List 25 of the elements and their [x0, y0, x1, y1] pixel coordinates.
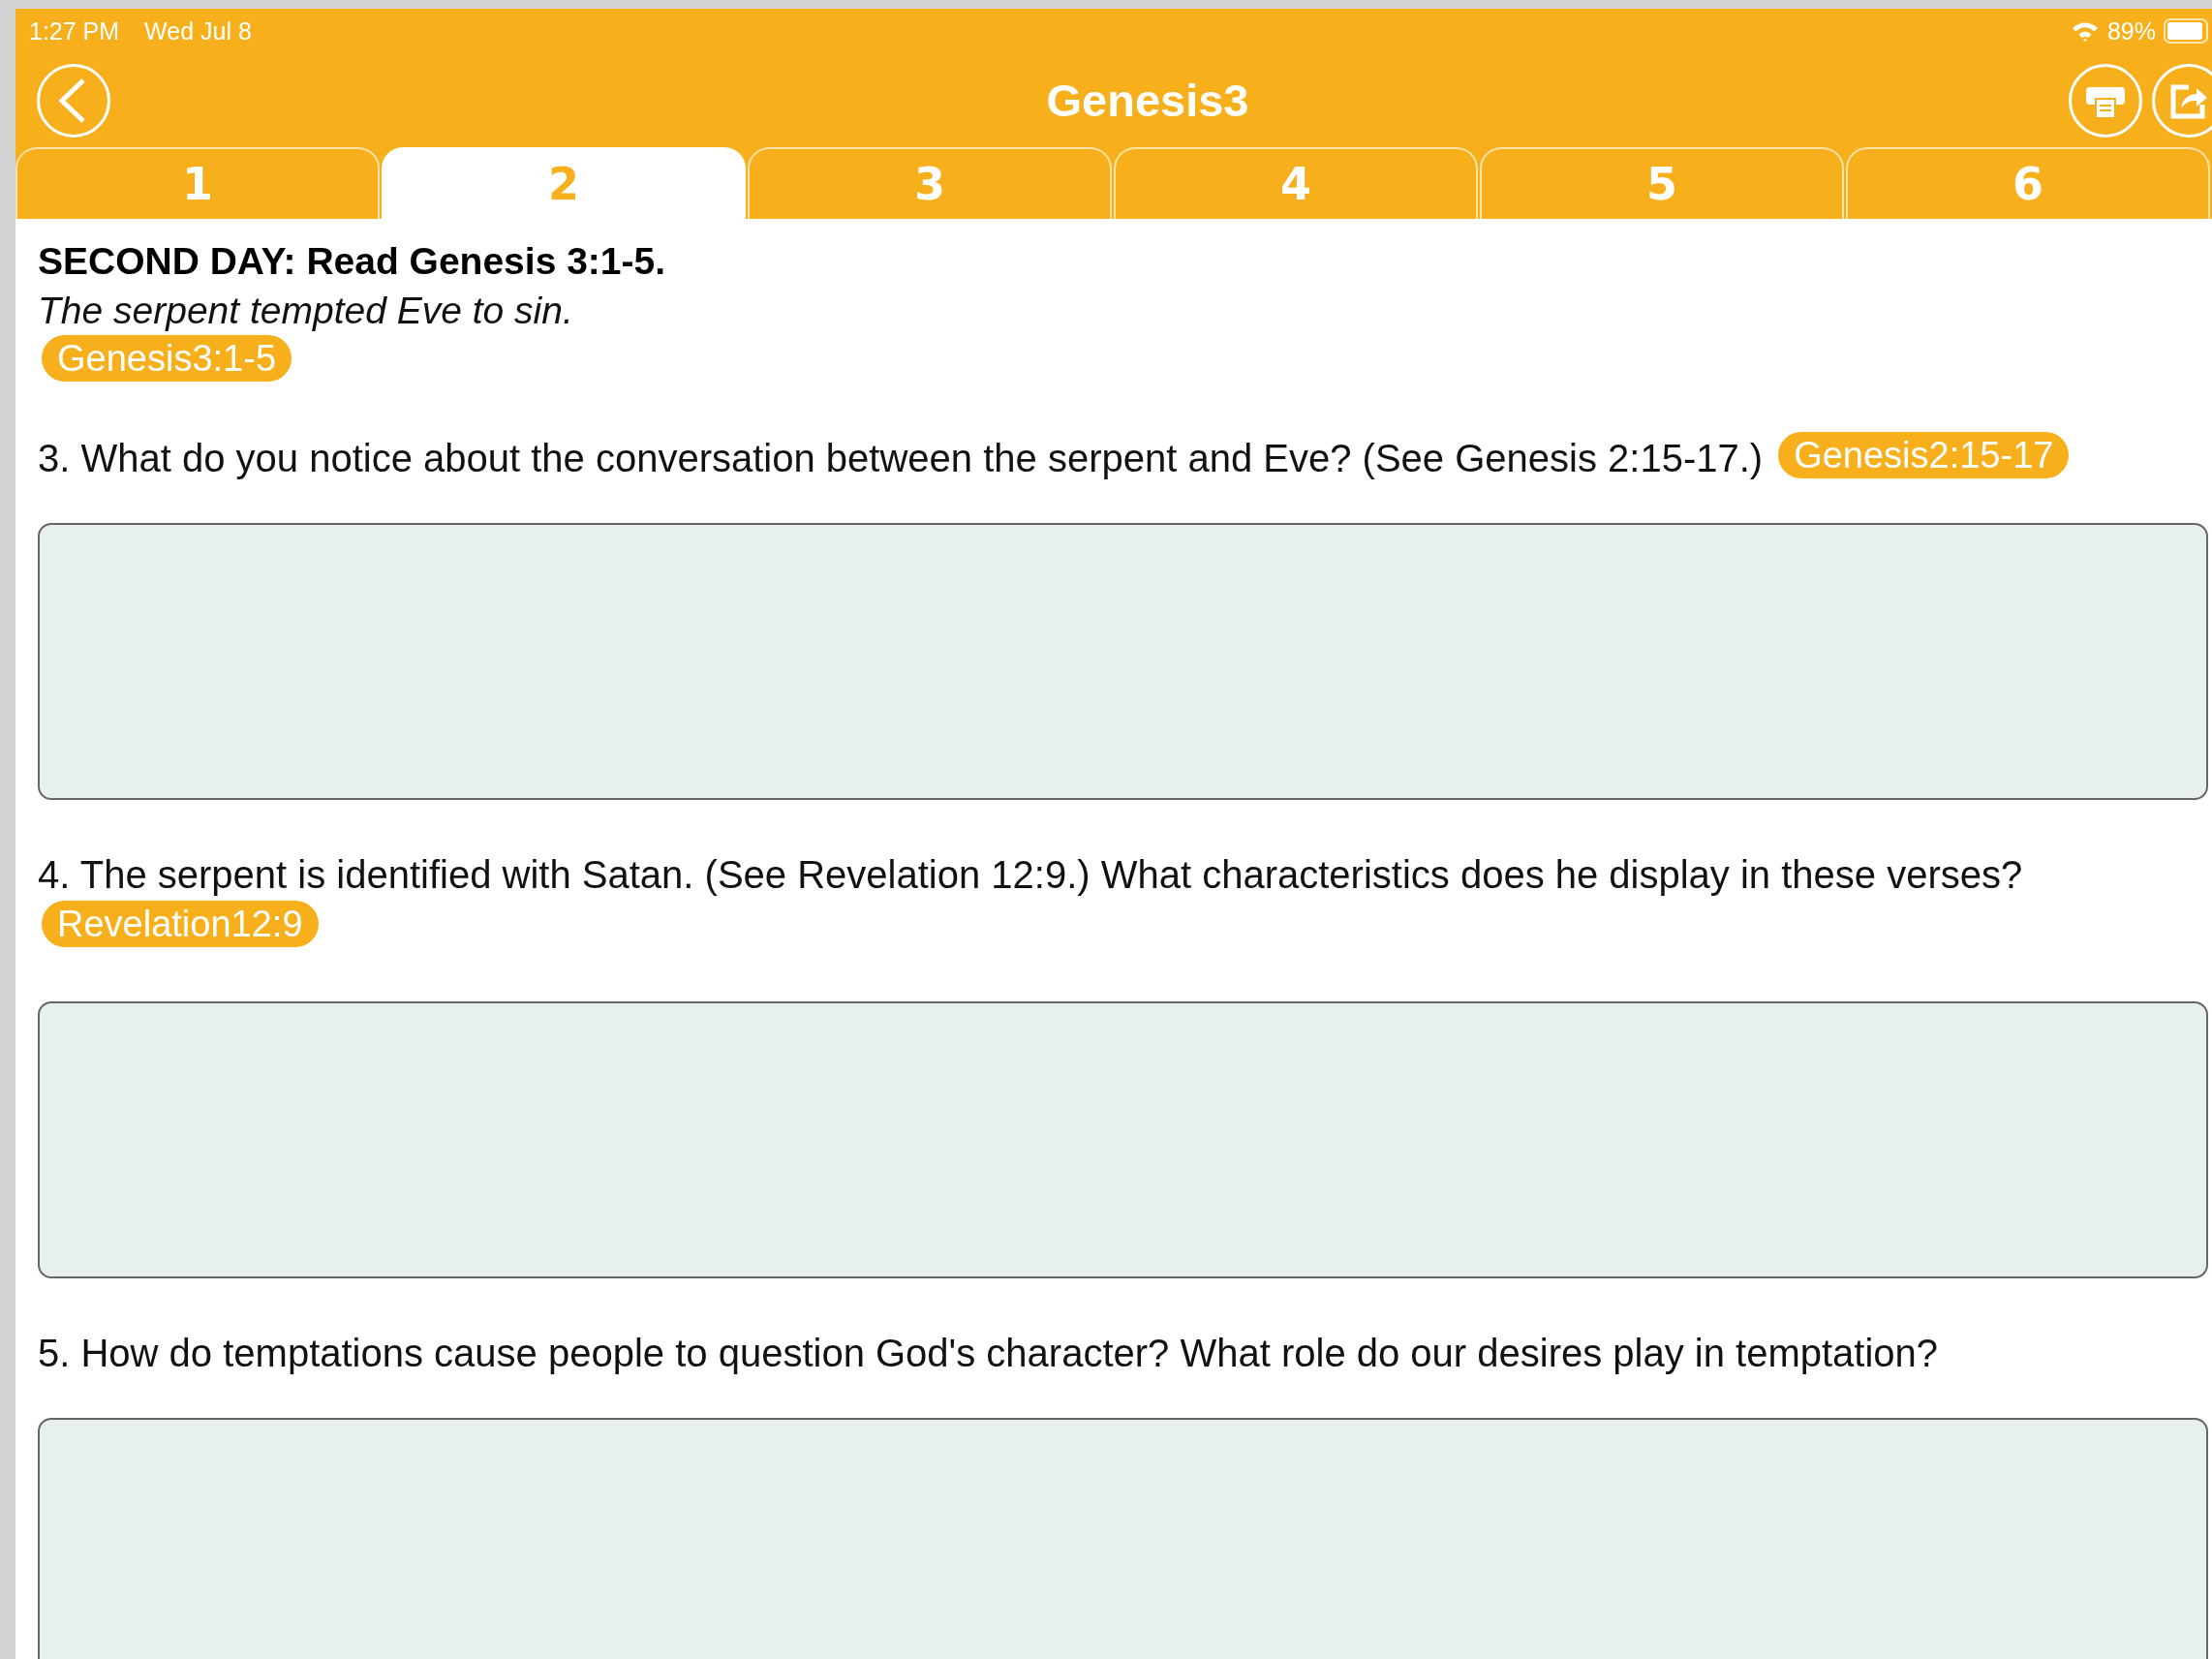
day-heading: SECOND DAY: Read Genesis 3:1-5. [38, 239, 667, 284]
day-tab[interactable]: 4 [1114, 147, 1478, 219]
day-tab[interactable]: 2 [382, 147, 746, 219]
answer-box[interactable] [38, 1001, 2208, 1278]
question-text: 3. What do you notice about the conversation between the serpent and Eve? (See Genesis 2:15-17.) [38, 436, 1764, 481]
question-text: 4. The serpent is identified with Satan. (See Revelation 12:9.) What characteristics does he display in these verses? [38, 852, 2024, 898]
back-button[interactable] [37, 63, 110, 138]
question-text: 5. How do temptations cause people to question God's character? What role do our desires play in temptation? [38, 1331, 1940, 1376]
answer-box[interactable] [38, 523, 2208, 800]
day-summary: The serpent tempted Eve to sin. [38, 289, 574, 333]
nav-title: Genesis3 [1045, 74, 1250, 127]
status-time: 1:27 PM [29, 16, 120, 46]
print-button[interactable] [2069, 63, 2142, 138]
battery-icon [2164, 18, 2208, 44]
scripture-link[interactable]: Genesis2:15-17 [1778, 432, 2070, 478]
scripture-link[interactable]: Revelation12:9 [42, 901, 319, 947]
day-tab[interactable]: 5 [1480, 147, 1844, 219]
day-tab[interactable]: 6 [1846, 147, 2210, 219]
answer-box[interactable] [38, 1418, 2208, 1659]
share-button[interactable] [2152, 63, 2212, 138]
scripture-link[interactable]: Genesis3:1-5 [42, 335, 292, 382]
day-tab[interactable]: 1 [15, 147, 380, 219]
battery-percent: 89% [2106, 16, 2156, 46]
status-date: Wed Jul 8 [144, 16, 252, 46]
day-tab[interactable]: 3 [748, 147, 1112, 219]
